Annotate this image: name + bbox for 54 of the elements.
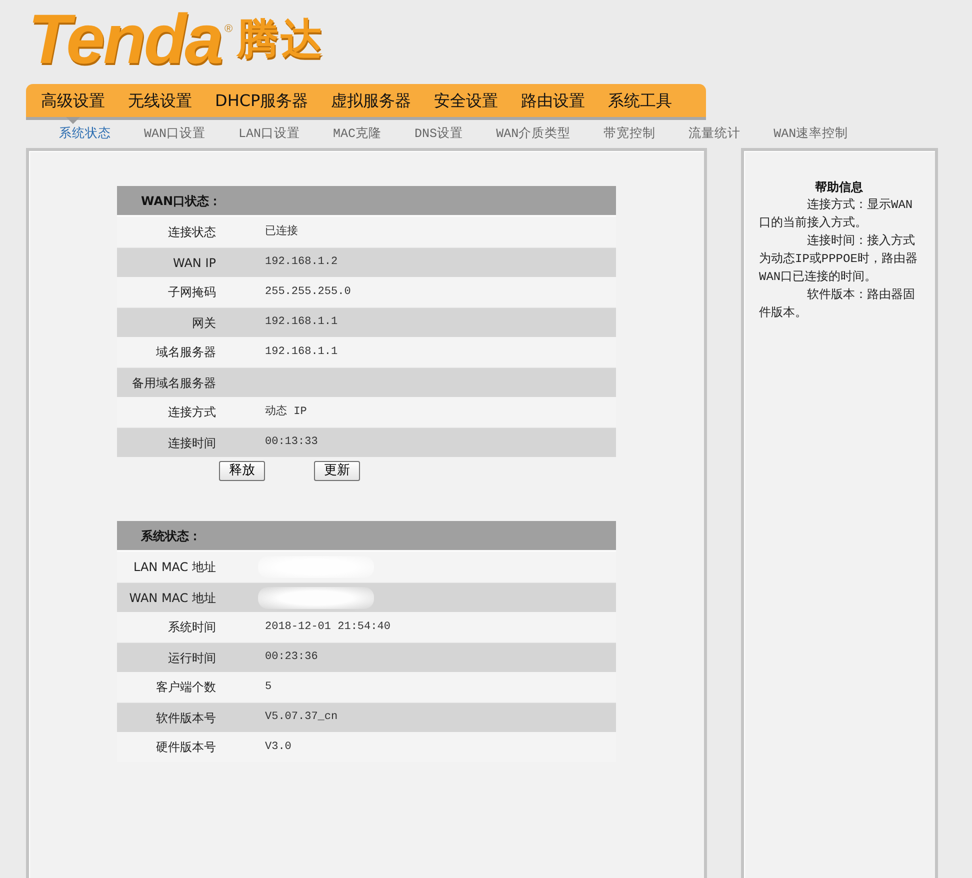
field-value: 255.255.255.0 <box>265 284 351 300</box>
field-value: 5 <box>265 680 272 695</box>
field-value: V3.0 <box>265 740 292 755</box>
main-nav-tab[interactable]: 安全设置 <box>434 84 498 117</box>
field-label: WAN MAC 地址 <box>128 590 216 606</box>
main-nav-tab[interactable]: 系统工具 <box>608 84 672 117</box>
sub-nav-tab[interactable]: WAN口设置 <box>144 124 206 144</box>
section-header: 系统状态： <box>117 521 616 552</box>
registered-mark: ® <box>224 22 233 36</box>
help-title: 帮助信息 <box>814 179 864 196</box>
field-label: 连接方式 <box>167 404 216 421</box>
logo-wordmark: Tenda <box>28 10 222 68</box>
sub-nav-tab[interactable]: 流量统计 <box>688 124 741 144</box>
field-label: LAN MAC 地址 <box>132 559 216 576</box>
field-value: 2018-12-01 21:54:40 <box>265 620 390 635</box>
field-label: 域名服务器 <box>155 344 216 361</box>
field-label: 子网掩码 <box>167 284 216 301</box>
field-label: 客户端个数 <box>155 679 216 696</box>
main-nav-tab[interactable]: 高级设置 <box>41 84 105 124</box>
logo-chinese-wordmark: 腾达 <box>236 14 325 64</box>
sub-nav-tab[interactable]: LAN口设置 <box>238 124 300 144</box>
field-value: 已连接 <box>265 224 298 240</box>
field-label: 运行时间 <box>167 650 216 666</box>
help-paragraph: 连接时间：接入方式为动态IP或PPPOE时，路由器WAN口已连接的时间。 <box>759 232 918 286</box>
action-button[interactable]: 释放 <box>219 461 265 481</box>
action-button[interactable]: 更新 <box>314 461 360 481</box>
sub-nav-tab[interactable]: 系统状态 <box>59 124 111 144</box>
sub-nav-tab[interactable]: 带宽控制 <box>604 124 656 144</box>
main-nav-tab[interactable]: 路由设置 <box>521 84 586 117</box>
section-header: WAN口状态： <box>117 186 616 217</box>
sub-nav-tab[interactable]: DNS设置 <box>414 124 464 144</box>
help-paragraph: 连接方式：显示WAN口的当前接入方式。 <box>759 196 914 232</box>
field-label: WAN IP <box>172 254 216 272</box>
field-value: 192.168.1.2 <box>265 255 338 270</box>
main-nav-tab[interactable]: 虚拟服务器 <box>331 84 412 117</box>
field-value: V5.07.37_cn <box>265 710 338 726</box>
sub-nav-tab[interactable]: WAN速率控制 <box>774 124 848 144</box>
main-nav-tab[interactable]: 无线设置 <box>128 84 192 117</box>
field-value: 192.168.1.1 <box>265 344 338 360</box>
field-label: 硬件版本号 <box>155 739 216 756</box>
field-label: 连接时间 <box>167 434 216 452</box>
field-label: 连接状态 <box>167 224 216 241</box>
help-paragraph: 软件版本：路由器固件版本。 <box>759 287 916 322</box>
field-value: 192.168.1.1 <box>265 315 338 330</box>
sub-nav-tab[interactable]: WAN介质类型 <box>496 124 571 144</box>
sub-nav-tab[interactable]: MAC克隆 <box>333 124 382 144</box>
field-label: 系统时间 <box>167 619 216 636</box>
main-nav-tab[interactable]: DHCP服务器 <box>215 84 308 117</box>
field-value: 00:13:33 <box>265 435 318 450</box>
field-value: 00:23:36 <box>265 650 318 666</box>
field-label: 软件版本号 <box>155 710 216 726</box>
field-value: 动态 IP <box>265 404 307 420</box>
field-label: 备用域名服务器 <box>131 374 216 392</box>
field-label: 网关 <box>191 314 216 332</box>
